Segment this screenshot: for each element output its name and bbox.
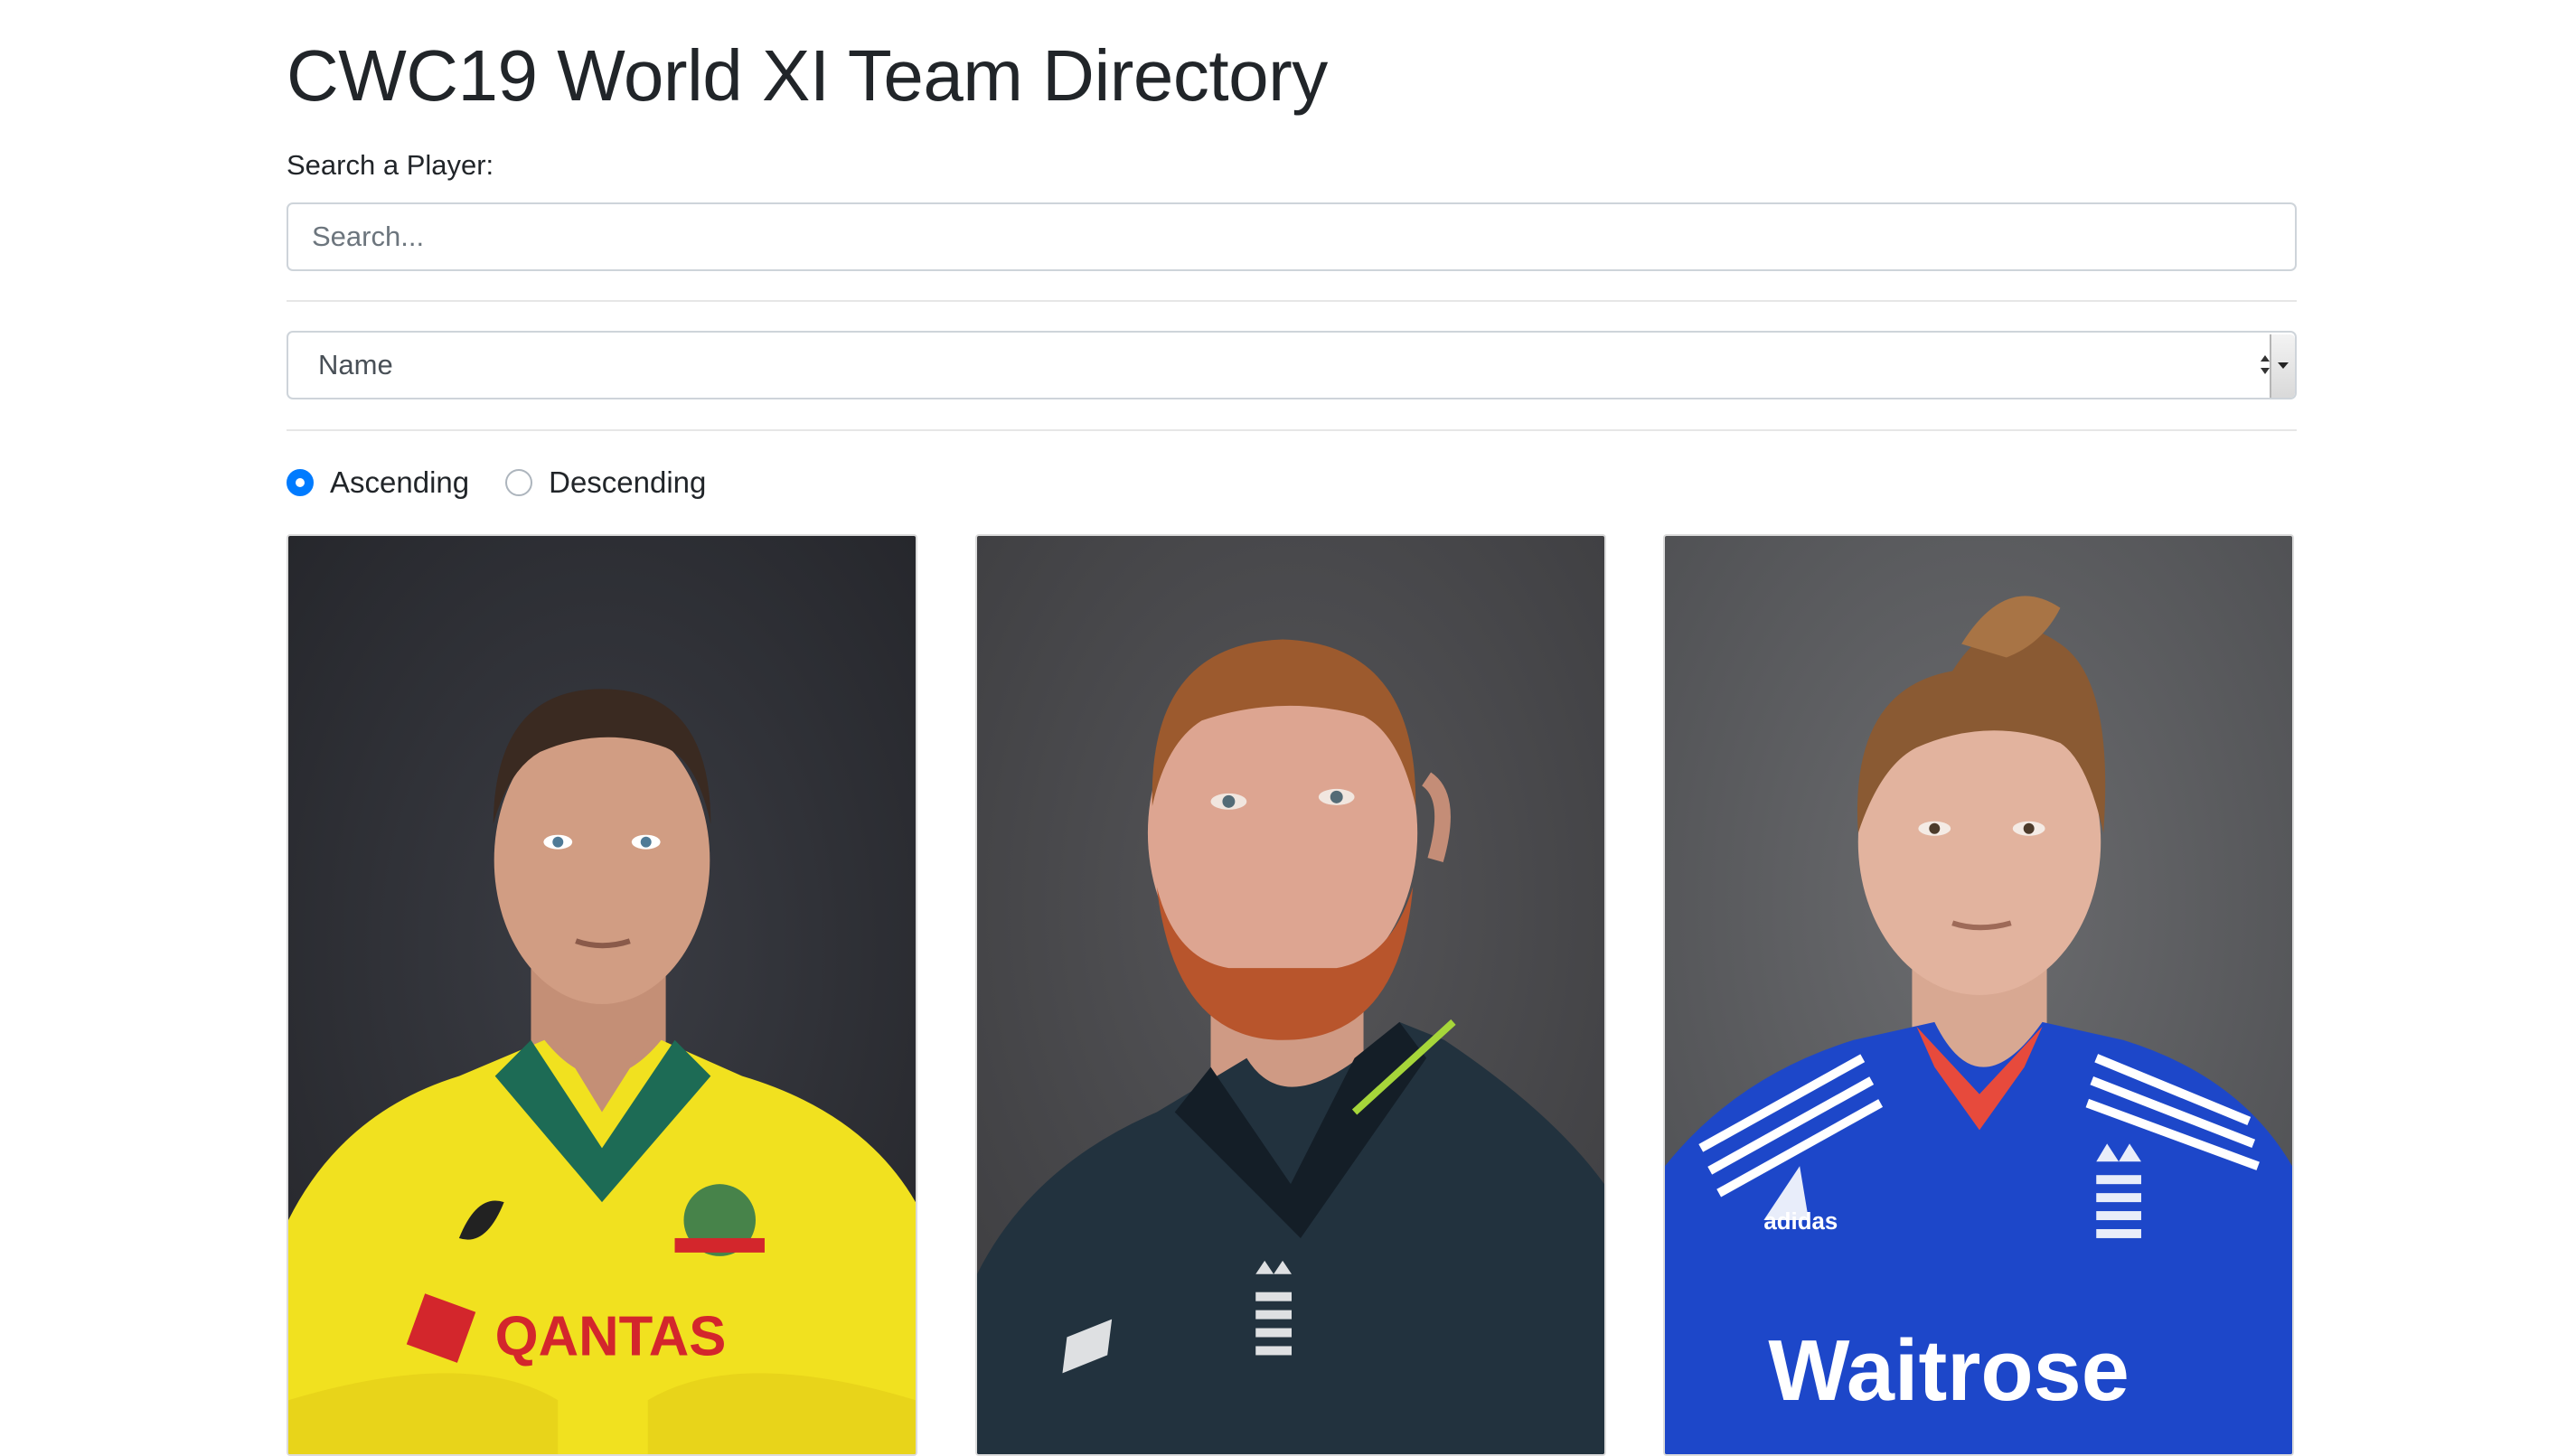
sort-select-value: Name [318, 349, 393, 380]
radio-ascending[interactable]: Ascending [287, 465, 469, 500]
chevron-down-icon[interactable] [2270, 334, 2295, 398]
radio-descending[interactable]: Descending [505, 465, 706, 500]
radio-ascending-label[interactable]: Ascending [330, 465, 469, 500]
radio-descending-circle[interactable] [505, 469, 533, 496]
divider [287, 429, 2297, 431]
sponsor-text: Waitrose [1768, 1323, 2129, 1419]
player-photo: QANTAS [288, 536, 916, 1454]
radio-descending-label[interactable]: Descending [549, 465, 706, 500]
player-card[interactable]: adidas Waitrose [1663, 534, 2294, 1456]
svg-text:adidas: adidas [1763, 1209, 1838, 1235]
player-photo: adidas Waitrose [1665, 536, 2292, 1454]
player-card[interactable] [975, 534, 1606, 1456]
sponsor-text: QANTAS [495, 1305, 727, 1367]
divider [287, 300, 2297, 302]
search-input[interactable] [287, 202, 2297, 271]
sort-order-radio-group: Ascending Descending [287, 463, 742, 503]
search-label: Search a Player: [287, 149, 494, 181]
player-card[interactable]: QANTAS [287, 534, 917, 1456]
player-photo [977, 536, 1604, 1454]
sort-select[interactable]: Name [287, 331, 2297, 399]
radio-ascending-circle[interactable] [287, 469, 314, 496]
page-title: CWC19 World XI Team Directory [287, 35, 1328, 116]
